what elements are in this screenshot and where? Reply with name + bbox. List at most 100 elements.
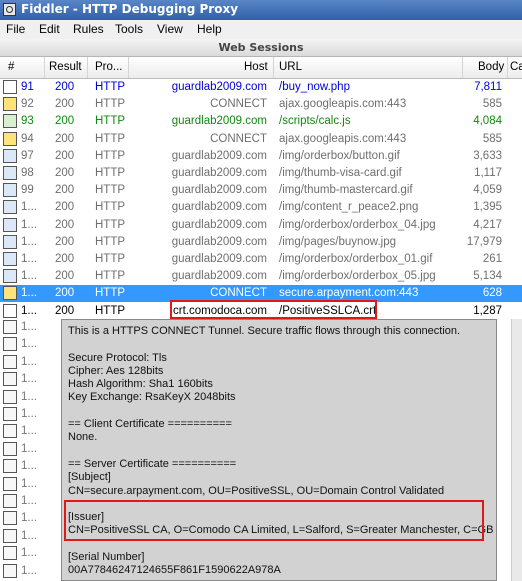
session-row[interactable]: 97 200 HTTP guardlab2009.com/img/orderbox/b…: [0, 148, 522, 165]
session-number: 1...: [21, 564, 37, 577]
session-row[interactable]: 98 200 HTTP guardlab2009.com/img/thumb-visa…: [0, 165, 522, 182]
session-body-size: 5,134: [473, 270, 502, 283]
session-row[interactable]: 1...: [0, 441, 60, 458]
session-number: 1...: [21, 442, 37, 455]
obscured-sessions-column: 1... 1... 1... 1... 1... 1... 1... 1... 1... 1...…: [0, 319, 60, 581]
highlight-box-comodo-request: [170, 300, 377, 319]
session-row[interactable]: 1... 200 HTTP guardlab2009.com/img/orderbox…: [0, 268, 522, 285]
column-host[interactable]: Host: [244, 61, 268, 73]
session-body-size: 628: [482, 287, 502, 300]
session-row[interactable]: 1...: [0, 371, 60, 388]
column-caching[interactable]: Ca: [510, 61, 522, 73]
session-number: 1...: [21, 235, 37, 248]
session-result: 200: [55, 184, 75, 197]
session-host: guardlab2009.com: [171, 115, 267, 128]
session-protocol: HTTP: [95, 201, 126, 214]
session-type-icon: [3, 546, 17, 561]
session-protocol: HTTP: [95, 253, 126, 265]
session-host: CONNECT: [210, 98, 267, 111]
tooltip-line: [Subject]: [68, 471, 111, 484]
session-type-icon: [3, 528, 17, 543]
session-host: CONNECT: [210, 132, 267, 145]
vertical-scrollbar[interactable]: [511, 319, 522, 581]
session-number: 94: [21, 132, 34, 145]
session-body-size: 4,084: [473, 115, 502, 128]
session-body-size: 261: [482, 253, 502, 265]
session-row[interactable]: 1...: [0, 563, 60, 580]
session-number: 1...: [21, 529, 37, 542]
session-row[interactable]: 99 200 HTTP guardlab2009.com/img/thumb-mast…: [0, 182, 522, 199]
session-number: 91: [21, 81, 34, 93]
img-icon: [3, 166, 17, 180]
session-type-icon: [3, 407, 17, 421]
session-host: guardlab2009.com: [171, 235, 267, 248]
session-number: 1...: [21, 495, 37, 507]
menu-view[interactable]: View: [157, 22, 183, 36]
session-row[interactable]: 94 200 HTTP CONNECT ajax.googleapis.com:443 5…: [0, 131, 522, 148]
session-row[interactable]: 1...: [0, 354, 60, 371]
column-protocol[interactable]: Pro...: [95, 61, 122, 73]
session-number: 1...: [21, 218, 37, 231]
session-body-size: 585: [482, 98, 502, 111]
menu-rules[interactable]: Rules: [73, 22, 104, 36]
session-row[interactable]: 1... 200 HTTP guardlab2009.com/img/orderbox…: [0, 217, 522, 234]
session-number: 1...: [21, 338, 37, 351]
session-body-size: 1,117: [474, 167, 502, 179]
session-url: /scripts/calc.js: [279, 115, 351, 128]
session-protocol: HTTP: [95, 98, 126, 111]
session-protocol: HTTP: [95, 184, 126, 197]
session-url: /img/content_r_peace2.png: [279, 201, 419, 214]
img-icon: [3, 234, 17, 249]
menu-edit[interactable]: Edit: [39, 22, 60, 36]
session-number: 98: [21, 167, 34, 179]
fiddler-app-icon: [3, 3, 16, 16]
session-number: 1...: [21, 512, 37, 525]
session-result: 200: [55, 98, 75, 111]
session-type-icon: [3, 511, 17, 526]
session-url: /img/thumb-visa-card.gif: [279, 167, 402, 179]
session-row[interactable]: 1...: [0, 336, 60, 353]
session-row[interactable]: 1...: [0, 528, 60, 545]
session-row[interactable]: 1...: [0, 458, 60, 475]
session-result: 200: [55, 270, 75, 283]
session-row[interactable]: 1... 200 HTTP guardlab2009.com/img/orderbox…: [0, 251, 522, 268]
session-row[interactable]: 1...: [0, 406, 60, 423]
tooltip-line: [Serial Number]: [68, 551, 145, 564]
session-number: 1...: [21, 201, 37, 214]
tooltip-line: 00A77846247124655F861F1590622A978A: [68, 564, 281, 577]
session-protocol: HTTP: [95, 167, 126, 179]
session-row[interactable]: 1...: [0, 319, 60, 336]
session-url: /img/orderbox/orderbox_01.gif: [279, 253, 433, 265]
session-row[interactable]: 92 200 HTTP CONNECT ajax.googleapis.com:443 5…: [0, 96, 522, 113]
session-row[interactable]: 91 200 HTTP guardlab2009.com/buy_now.php 7,8…: [0, 79, 522, 96]
session-row[interactable]: 1...: [0, 493, 60, 510]
session-row[interactable]: 93 200 HTTP guardlab2009.com/scripts/calc.j…: [0, 113, 522, 130]
session-row[interactable]: 1...: [0, 423, 60, 440]
session-row[interactable]: 1...: [0, 389, 60, 406]
session-row[interactable]: 1... 200 HTTP guardlab2009.com/img/content_…: [0, 199, 522, 216]
session-url: ajax.googleapis.com:443: [279, 98, 407, 111]
session-row[interactable]: 1...: [0, 476, 60, 493]
menu-help[interactable]: Help: [197, 22, 222, 36]
column-number[interactable]: #: [8, 61, 14, 73]
session-row[interactable]: 1...: [0, 545, 60, 562]
img-icon: [3, 183, 17, 198]
column-body[interactable]: Body: [478, 61, 504, 73]
session-type-icon: [3, 441, 17, 456]
column-result[interactable]: Result: [49, 61, 82, 73]
session-number: 1...: [21, 460, 37, 473]
session-result: 200: [55, 201, 75, 214]
menu-file[interactable]: File: [6, 22, 25, 36]
img-icon: [3, 269, 17, 284]
script-icon: [3, 114, 17, 129]
session-result: 200: [55, 115, 75, 128]
session-host: guardlab2009.com: [171, 184, 267, 197]
session-row[interactable]: 1... 200 HTTP guardlab2009.com/img/pages/bu…: [0, 234, 522, 251]
session-row[interactable]: 1...: [0, 510, 60, 527]
session-result: 200: [55, 253, 75, 265]
menu-bar: File Edit Rules Tools View Help: [0, 20, 522, 40]
sessions-column-header: # Result Pro... Host URL Body Ca: [0, 57, 522, 79]
column-url[interactable]: URL: [279, 61, 302, 73]
menu-tools[interactable]: Tools: [115, 22, 143, 36]
session-host: guardlab2009.com: [171, 218, 267, 231]
